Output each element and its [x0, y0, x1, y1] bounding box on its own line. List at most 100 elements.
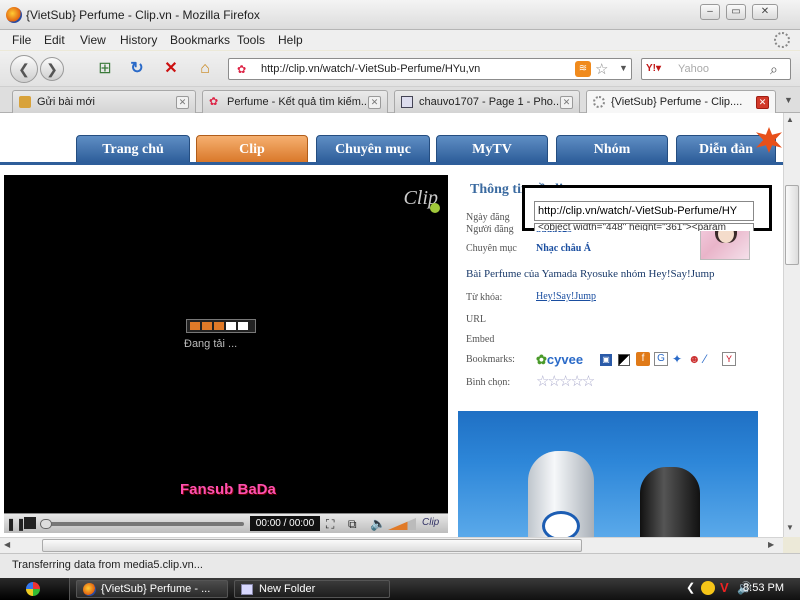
site-nav-mytv[interactable]: MyTV [436, 135, 548, 163]
google-bookmark-icon[interactable]: G [654, 352, 668, 366]
site-favicon-icon: ✿ [237, 64, 247, 76]
horizontal-scroll-thumb[interactable] [42, 539, 582, 552]
scroll-down-icon[interactable]: ▼ [786, 523, 794, 532]
blinklist-icon[interactable]: ✦ [672, 352, 682, 366]
tab-list-icon[interactable]: ▼ [784, 95, 793, 105]
poster-label: Người đăng [466, 224, 514, 235]
new-tab-icon[interactable]: ⊞ [94, 59, 116, 79]
search-placeholder: Yahoo [678, 63, 709, 75]
horizontal-scrollbar[interactable]: ◀ ▶ [0, 537, 783, 553]
fullscreen-icon[interactable]: ⛶ [326, 517, 334, 532]
site-nav-home[interactable]: Trang chủ [76, 135, 190, 163]
site-nav-clip[interactable]: Clip [196, 135, 308, 163]
messenger-icon[interactable] [701, 581, 715, 595]
vertical-scroll-thumb[interactable] [785, 185, 799, 265]
menu-bookmarks[interactable]: Bookmarks [170, 33, 230, 47]
url-field[interactable]: http://clip.vn/watch/-VietSub-Perfume/HY [534, 201, 754, 221]
home-icon[interactable]: ⌂ [194, 59, 216, 79]
close-tab-icon[interactable]: ✕ [368, 96, 381, 109]
ad-bottle-black [640, 467, 700, 537]
taskbar-item-folder[interactable]: New Folder [234, 580, 390, 598]
close-tab-icon[interactable]: ✕ [756, 96, 769, 109]
taskbar: {VietSub} Perfume - ... New Folder ❮ V 🔊… [0, 578, 800, 600]
fark-icon[interactable]: f [636, 352, 650, 366]
yahoo-bookmark-icon[interactable]: Y [722, 352, 736, 366]
url-bar[interactable]: ✿ http://clip.vn/watch/-VietSub-Perfume/… [228, 58, 632, 80]
taskbar-item-firefox[interactable]: {VietSub} Perfume - ... [76, 580, 228, 598]
seek-bar[interactable] [40, 522, 244, 526]
throbber-icon [774, 32, 790, 48]
keywords-label: Từ khóa: [466, 292, 503, 303]
popout-icon[interactable]: ⧉ [348, 517, 357, 532]
embed-field[interactable]: <object width="448" height="361"><param [534, 223, 754, 231]
tab-chauvo1707[interactable]: chauvo1707 - Page 1 - Pho... ✕ [394, 90, 580, 113]
loading-icon [593, 96, 605, 108]
status-bar: Transferring data from media5.clip.vn... [0, 553, 800, 578]
reload-icon[interactable]: ↻ [126, 59, 148, 79]
keyword-link[interactable]: Hey!Say!Jump [536, 291, 596, 302]
volume-icon[interactable]: 🔈 [370, 516, 386, 532]
category-link[interactable]: Nhạc châu Á [536, 243, 591, 254]
rss-feed-icon[interactable]: ≋ [575, 61, 591, 77]
volume-slider[interactable] [388, 518, 416, 530]
antivirus-icon[interactable]: V [720, 580, 729, 595]
stop-icon[interactable]: ✕ [160, 59, 182, 79]
close-tab-icon[interactable]: ✕ [176, 96, 189, 109]
menu-edit[interactable]: Edit [44, 33, 65, 47]
scroll-right-icon[interactable]: ▶ [768, 540, 774, 549]
furl-icon[interactable]: ⁄ [704, 352, 706, 366]
page-icon [19, 96, 31, 108]
windows-logo-icon [26, 582, 40, 596]
site-nav-groups[interactable]: Nhóm [556, 135, 668, 163]
fansub-watermark: Fansub BaDa [180, 481, 276, 498]
search-icon[interactable]: ⌕ [770, 61, 778, 78]
scroll-left-icon[interactable]: ◀ [4, 540, 10, 549]
category-label: Chuyên mục [466, 243, 517, 254]
bookmark-site-icon[interactable]: ▣ [600, 354, 612, 366]
close-window-button[interactable]: ✕ [752, 4, 778, 20]
start-button[interactable] [0, 578, 70, 600]
forward-button[interactable]: ❯ [40, 57, 64, 81]
maximize-button[interactable]: ▭ [726, 4, 746, 20]
loading-indicator [186, 319, 256, 333]
tab-vietsub-perfume[interactable]: {VietSub} Perfume - Clip.... ✕ [586, 90, 776, 114]
firefox-icon [6, 7, 22, 23]
tab-perfume-search[interactable]: ✿ Perfume - Kết quả tìm kiếm... ✕ [202, 90, 388, 113]
menu-file[interactable]: File [12, 33, 31, 47]
url-text: http://clip.vn/watch/-VietSub-Perfume/HY… [261, 63, 481, 75]
advertisement[interactable] [458, 411, 758, 537]
cyvee-icon: ✿ [536, 352, 547, 367]
video-player[interactable]: Clip [4, 175, 448, 533]
page-content: Trang chủ Clip Chuyên mục MyTV Nhóm Diễn… [0, 113, 783, 537]
url-dropdown-icon[interactable]: ▼ [619, 63, 628, 73]
rating-label: Bình chọn: [466, 377, 511, 388]
minimize-button[interactable]: – [700, 4, 720, 20]
tray-expand-icon[interactable]: ❮ [686, 581, 695, 594]
bookmark-star-icon[interactable]: ☆ [595, 60, 608, 78]
time-display: 00:00 / 00:00 [250, 516, 320, 531]
scroll-up-icon[interactable]: ▲ [786, 115, 794, 124]
back-button[interactable]: ❮ [10, 55, 38, 83]
search-box[interactable]: Y!▾ Yahoo ⌕ [641, 58, 791, 80]
menu-history[interactable]: History [120, 33, 157, 47]
tab-gui-bai-moi[interactable]: Gửi bài mới ✕ [12, 90, 196, 113]
vertical-scrollbar[interactable]: ▲ ▼ [783, 113, 800, 537]
cyvee-bookmark[interactable]: ✿cyvee [536, 352, 583, 368]
menu-help[interactable]: Help [278, 33, 303, 47]
stop-button-icon[interactable] [24, 517, 36, 529]
site-nav-forum[interactable]: Diễn đàn [676, 135, 776, 163]
rating-stars[interactable]: ☆☆☆☆☆ [536, 372, 595, 390]
yahoo-engine-icon[interactable]: Y!▾ [646, 63, 661, 74]
clip-mini-logo: Clip [422, 517, 440, 528]
close-tab-icon[interactable]: ✕ [560, 96, 573, 109]
site-nav-categories[interactable]: Chuyên mục [316, 135, 430, 163]
reddit-icon[interactable]: ☻ [688, 352, 701, 366]
menu-tools[interactable]: Tools [237, 33, 265, 47]
seek-handle[interactable] [40, 519, 52, 529]
menu-view[interactable]: View [80, 33, 106, 47]
player-controls: ❚❚ 00:00 / 00:00 ⛶ ⧉ 🔈 Clip [4, 513, 448, 533]
embed-label: Embed [466, 334, 495, 345]
logo-dot-icon [430, 203, 440, 213]
delicious-icon[interactable] [618, 354, 630, 366]
firefox-icon [83, 583, 96, 596]
